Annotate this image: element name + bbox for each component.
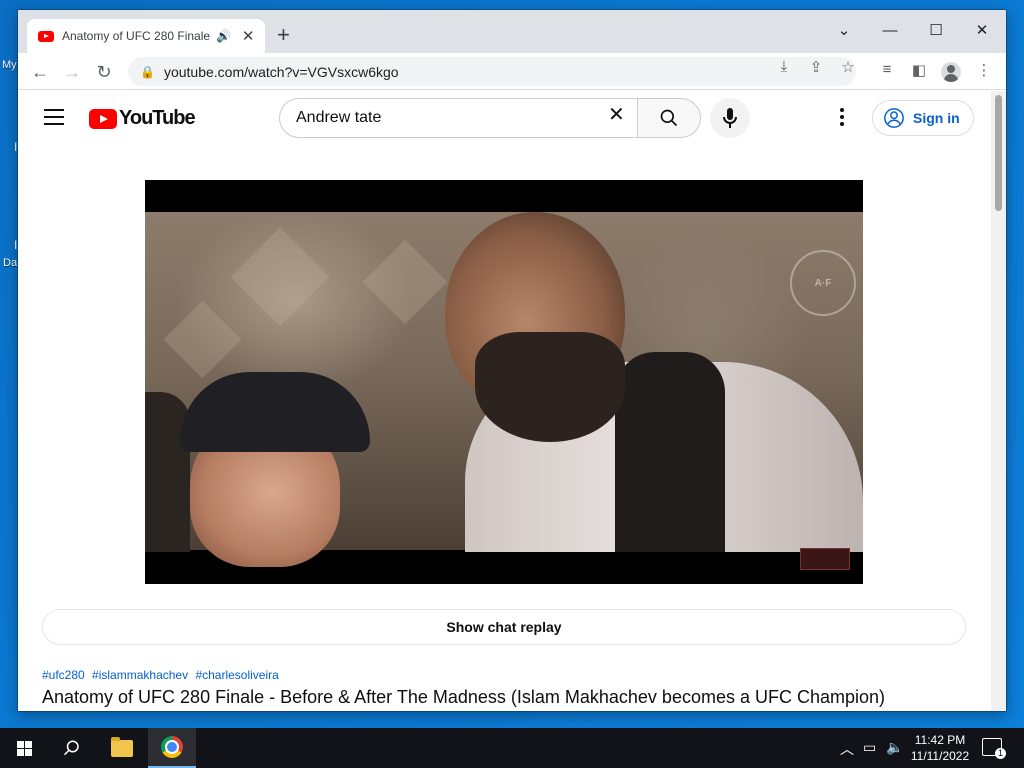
search-query-text[interactable]: Andrew tate <box>296 109 381 127</box>
show-hidden-icons-chevron-icon[interactable]: ︿ <box>840 739 854 759</box>
hamburger-menu-icon[interactable] <box>44 109 64 125</box>
youtube-logo-text: YouTube <box>119 107 196 129</box>
video-player[interactable]: A·F <box>145 180 863 584</box>
search-taskbar-button[interactable] <box>48 728 96 768</box>
desktop-icon-label[interactable]: My <box>2 59 17 71</box>
maximize-button[interactable]: ☐ <box>913 16 959 44</box>
microphone-icon <box>723 108 737 128</box>
settings-kebab-icon[interactable] <box>840 108 846 129</box>
sign-in-label: Sign in <box>913 110 960 126</box>
bookmark-star-icon[interactable]: ☆ <box>837 58 859 76</box>
chrome-taskbar-button[interactable] <box>148 728 196 768</box>
new-tab-button[interactable]: + <box>277 24 290 46</box>
desktop-icon-label[interactable]: Da <box>3 257 17 269</box>
browser-menu-icon[interactable]: ⋮ <box>973 61 995 79</box>
account-icon <box>884 108 904 128</box>
url-text[interactable]: youtube.com/watch?v=VGVsxcw6kgo <box>164 64 399 80</box>
channel-badge-icon <box>800 548 850 570</box>
speaker-icon[interactable]: 🔊 <box>216 29 231 43</box>
search-icon <box>660 109 678 127</box>
taskbar: ︿ ▭ 🔈 11:42 PM 11/11/2022 1 <box>0 728 1024 768</box>
clear-search-icon[interactable]: ✕ <box>608 105 625 125</box>
notification-count-badge: 1 <box>995 748 1006 759</box>
tab-close-icon[interactable]: ✕ <box>239 27 257 45</box>
search-icon <box>63 740 79 756</box>
browser-toolbar: ← → ↻ 🔒 youtube.com/watch?v=VGVsxcw6kgo … <box>18 53 1006 90</box>
youtube-play-icon <box>89 108 117 129</box>
side-panel-icon[interactable]: ◧ <box>908 61 930 79</box>
lock-icon[interactable]: 🔒 <box>140 65 155 79</box>
hashtag-link[interactable]: #ufc280 <box>42 668 85 682</box>
youtube-favicon-icon <box>38 30 54 42</box>
media-control-icon[interactable]: ≡ <box>876 61 898 78</box>
tab-strip: Anatomy of UFC 280 Finale 🔊 ✕ + ⌄ — ☐ ✕ <box>18 10 1006 53</box>
hashtag-link[interactable]: #charlesoliveira <box>195 668 278 682</box>
windows-logo-icon <box>16 740 32 756</box>
chrome-icon <box>161 736 183 758</box>
search-input[interactable]: Andrew tate <box>279 98 637 138</box>
system-clock[interactable]: 11:42 PM 11/11/2022 <box>905 732 975 764</box>
sign-in-button[interactable]: Sign in <box>872 100 974 136</box>
address-bar[interactable]: 🔒 youtube.com/watch?v=VGVsxcw6kgo <box>128 57 856 86</box>
scrollbar-thumb[interactable] <box>995 95 1002 211</box>
page-scrollbar[interactable] <box>991 91 1006 711</box>
install-app-icon[interactable]: ⤓ <box>773 58 795 75</box>
youtube-logo[interactable]: YouTube <box>89 107 196 130</box>
minimize-button[interactable]: — <box>867 16 913 44</box>
share-icon[interactable]: ⇪ <box>805 58 827 76</box>
page-viewport: YouTube Andrew tate ✕ Sign in A·F Show c… <box>18 91 1006 711</box>
show-chat-replay-button[interactable]: Show chat replay <box>42 609 966 645</box>
desktop-icon-mark: I <box>14 238 18 252</box>
clock-time: 11:42 PM <box>914 733 966 747</box>
start-button[interactable] <box>0 728 48 768</box>
browser-tab-active[interactable]: Anatomy of UFC 280 Finale 🔊 ✕ <box>27 19 265 53</box>
back-icon[interactable]: ← <box>27 59 53 85</box>
voice-search-button[interactable] <box>710 98 750 138</box>
video-frame[interactable]: A·F <box>145 212 863 567</box>
file-explorer-button[interactable] <box>98 728 146 768</box>
folder-icon <box>111 736 133 757</box>
profile-avatar-icon[interactable] <box>941 62 961 82</box>
reload-icon[interactable]: ↻ <box>91 59 117 85</box>
hashtag-link[interactable]: #islammakhachev <box>92 668 188 682</box>
tab-search-button[interactable]: ⌄ <box>821 16 867 44</box>
desktop-icon-mark: I <box>14 140 18 154</box>
volume-icon[interactable]: 🔈 <box>886 739 903 756</box>
forward-icon[interactable]: → <box>59 59 85 85</box>
channel-watermark-icon[interactable]: A·F <box>790 250 856 316</box>
tab-title: Anatomy of UFC 280 Finale <box>62 29 211 43</box>
clock-date: 11/11/2022 <box>910 749 970 763</box>
video-title: Anatomy of UFC 280 Finale - Before & Aft… <box>42 687 886 707</box>
network-icon[interactable]: ▭ <box>863 739 876 756</box>
hashtag-list: #ufc280 #islammakhachev #charlesoliveira <box>42 668 283 682</box>
close-window-button[interactable]: ✕ <box>959 16 1005 44</box>
browser-window: Anatomy of UFC 280 Finale 🔊 ✕ + ⌄ — ☐ ✕ … <box>18 10 1006 711</box>
search-button[interactable] <box>637 98 701 138</box>
